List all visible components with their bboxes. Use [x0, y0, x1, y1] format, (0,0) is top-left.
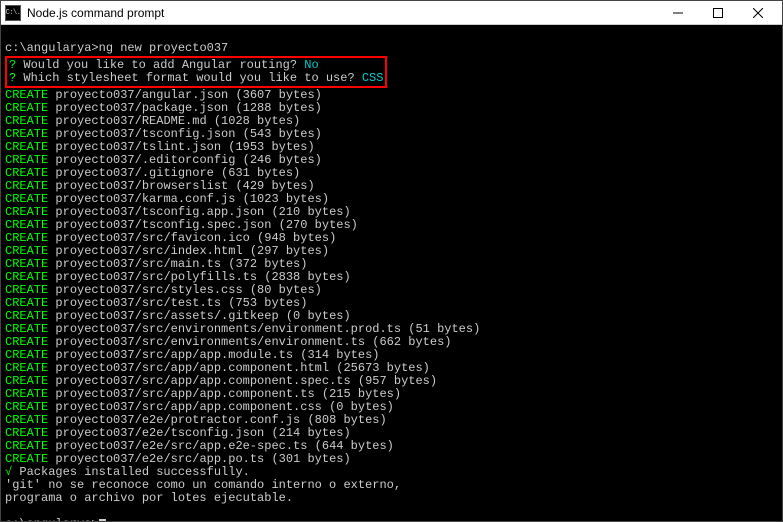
- create-tag: CREATE: [5, 426, 48, 440]
- command-prompt-window: C:\. Node.js command prompt c:\angularya…: [0, 0, 783, 522]
- terminal-area[interactable]: c:\angularya>ng new proyecto037 ? Would …: [1, 25, 782, 521]
- create-tag: CREATE: [5, 218, 48, 232]
- create-path: proyecto037/README.md (1028 bytes): [48, 114, 300, 128]
- create-tag: CREATE: [5, 296, 48, 310]
- create-tag: CREATE: [5, 257, 48, 271]
- command-text: ng new proyecto037: [99, 41, 229, 55]
- create-path: proyecto037/src/app/app.component.spec.t…: [48, 374, 437, 388]
- command-line: c:\angularya>ng new proyecto037: [5, 42, 782, 55]
- create-tag: CREATE: [5, 88, 48, 102]
- create-path: proyecto037/e2e/tsconfig.json (214 bytes…: [48, 426, 350, 440]
- create-tag: CREATE: [5, 361, 48, 375]
- create-path: proyecto037/.editorconfig (246 bytes): [48, 153, 322, 167]
- create-path: proyecto037/browserslist (429 bytes): [48, 179, 314, 193]
- app-icon: C:\.: [5, 5, 21, 21]
- window-controls: [658, 1, 778, 25]
- create-path: proyecto037/src/main.ts (372 bytes): [48, 257, 307, 271]
- blank-line: [5, 505, 782, 518]
- create-tag: CREATE: [5, 309, 48, 323]
- prompt-path: c:\angularya>: [5, 41, 99, 55]
- create-path: proyecto037/src/assets/.gitkeep (0 bytes…: [48, 309, 350, 323]
- create-tag: CREATE: [5, 140, 48, 154]
- question-text: Would you like to add Angular routing?: [16, 58, 304, 72]
- question-answer: CSS: [362, 71, 384, 85]
- create-path: proyecto037/src/app/app.module.ts (314 b…: [48, 348, 379, 362]
- create-tag: CREATE: [5, 387, 48, 401]
- create-tag: CREATE: [5, 400, 48, 414]
- create-path: proyecto037/tsconfig.json (543 bytes): [48, 127, 322, 141]
- cursor: [99, 519, 106, 521]
- create-tag: CREATE: [5, 205, 48, 219]
- create-path: proyecto037/e2e/src/app.e2e-spec.ts (644…: [48, 439, 394, 453]
- minimize-button[interactable]: [658, 1, 698, 25]
- create-path: proyecto037/src/favicon.ico (948 bytes): [48, 231, 336, 245]
- create-tag: CREATE: [5, 179, 48, 193]
- window-title: Node.js command prompt: [27, 6, 658, 20]
- create-path: proyecto037/e2e/src/app.po.ts (301 bytes…: [48, 452, 350, 466]
- create-tag: CREATE: [5, 270, 48, 284]
- create-path: proyecto037/tsconfig.app.json (210 bytes…: [48, 205, 350, 219]
- create-path: proyecto037/src/app/app.component.ts (21…: [48, 387, 401, 401]
- create-path: proyecto037/src/styles.css (80 bytes): [48, 283, 322, 297]
- create-path: proyecto037/src/test.ts (753 bytes): [48, 296, 307, 310]
- maximize-button[interactable]: [698, 1, 738, 25]
- create-tag: CREATE: [5, 166, 48, 180]
- create-path: proyecto037/karma.conf.js (1023 bytes): [48, 192, 329, 206]
- create-path: proyecto037/src/index.html (297 bytes): [48, 244, 329, 258]
- create-tag: CREATE: [5, 322, 48, 336]
- create-tag: CREATE: [5, 452, 48, 466]
- create-tag: CREATE: [5, 348, 48, 362]
- create-path: proyecto037/.gitignore (631 bytes): [48, 166, 300, 180]
- close-icon: [753, 8, 763, 18]
- create-path: proyecto037/src/app/app.component.html (…: [48, 361, 430, 375]
- create-path: proyecto037/src/polyfills.ts (2838 bytes…: [48, 270, 350, 284]
- question-text: Which stylesheet format would you like t…: [16, 71, 362, 85]
- stylesheet-question: ? Which stylesheet format would you like…: [9, 72, 383, 85]
- create-path: proyecto037/angular.json (3607 bytes): [48, 88, 322, 102]
- question-answer: No: [304, 58, 318, 72]
- create-tag: CREATE: [5, 114, 48, 128]
- create-tag: CREATE: [5, 283, 48, 297]
- maximize-icon: [713, 8, 723, 18]
- create-path: proyecto037/tsconfig.spec.json (270 byte…: [48, 218, 358, 232]
- create-path: proyecto037/src/app/app.component.css (0…: [48, 400, 394, 414]
- create-tag: CREATE: [5, 439, 48, 453]
- create-tag: CREATE: [5, 413, 48, 427]
- minimize-icon: [673, 8, 683, 18]
- create-path: proyecto037/src/environments/environment…: [48, 335, 451, 349]
- create-tag: CREATE: [5, 127, 48, 141]
- create-output-block: CREATE proyecto037/angular.json (3607 by…: [5, 89, 782, 466]
- create-tag: CREATE: [5, 101, 48, 115]
- close-button[interactable]: [738, 1, 778, 25]
- prompt-path: c:\angularya>: [5, 517, 99, 521]
- prompt-line: c:\angularya>: [5, 518, 782, 521]
- highlight-annotation: ? Would you like to add Angular routing?…: [5, 56, 387, 88]
- create-tag: CREATE: [5, 231, 48, 245]
- create-tag: CREATE: [5, 335, 48, 349]
- create-tag: CREATE: [5, 192, 48, 206]
- create-path: proyecto037/src/environments/environment…: [48, 322, 480, 336]
- error-line-2: programa o archivo por lotes ejecutable.: [5, 492, 782, 505]
- titlebar: C:\. Node.js command prompt: [1, 1, 782, 25]
- create-path: proyecto037/package.json (1288 bytes): [48, 101, 322, 115]
- success-message: Packages installed successfully.: [12, 465, 250, 479]
- create-tag: CREATE: [5, 374, 48, 388]
- create-path: proyecto037/e2e/protractor.conf.js (808 …: [48, 413, 386, 427]
- create-tag: CREATE: [5, 244, 48, 258]
- create-path: proyecto037/tslint.json (1953 bytes): [48, 140, 314, 154]
- create-tag: CREATE: [5, 153, 48, 167]
